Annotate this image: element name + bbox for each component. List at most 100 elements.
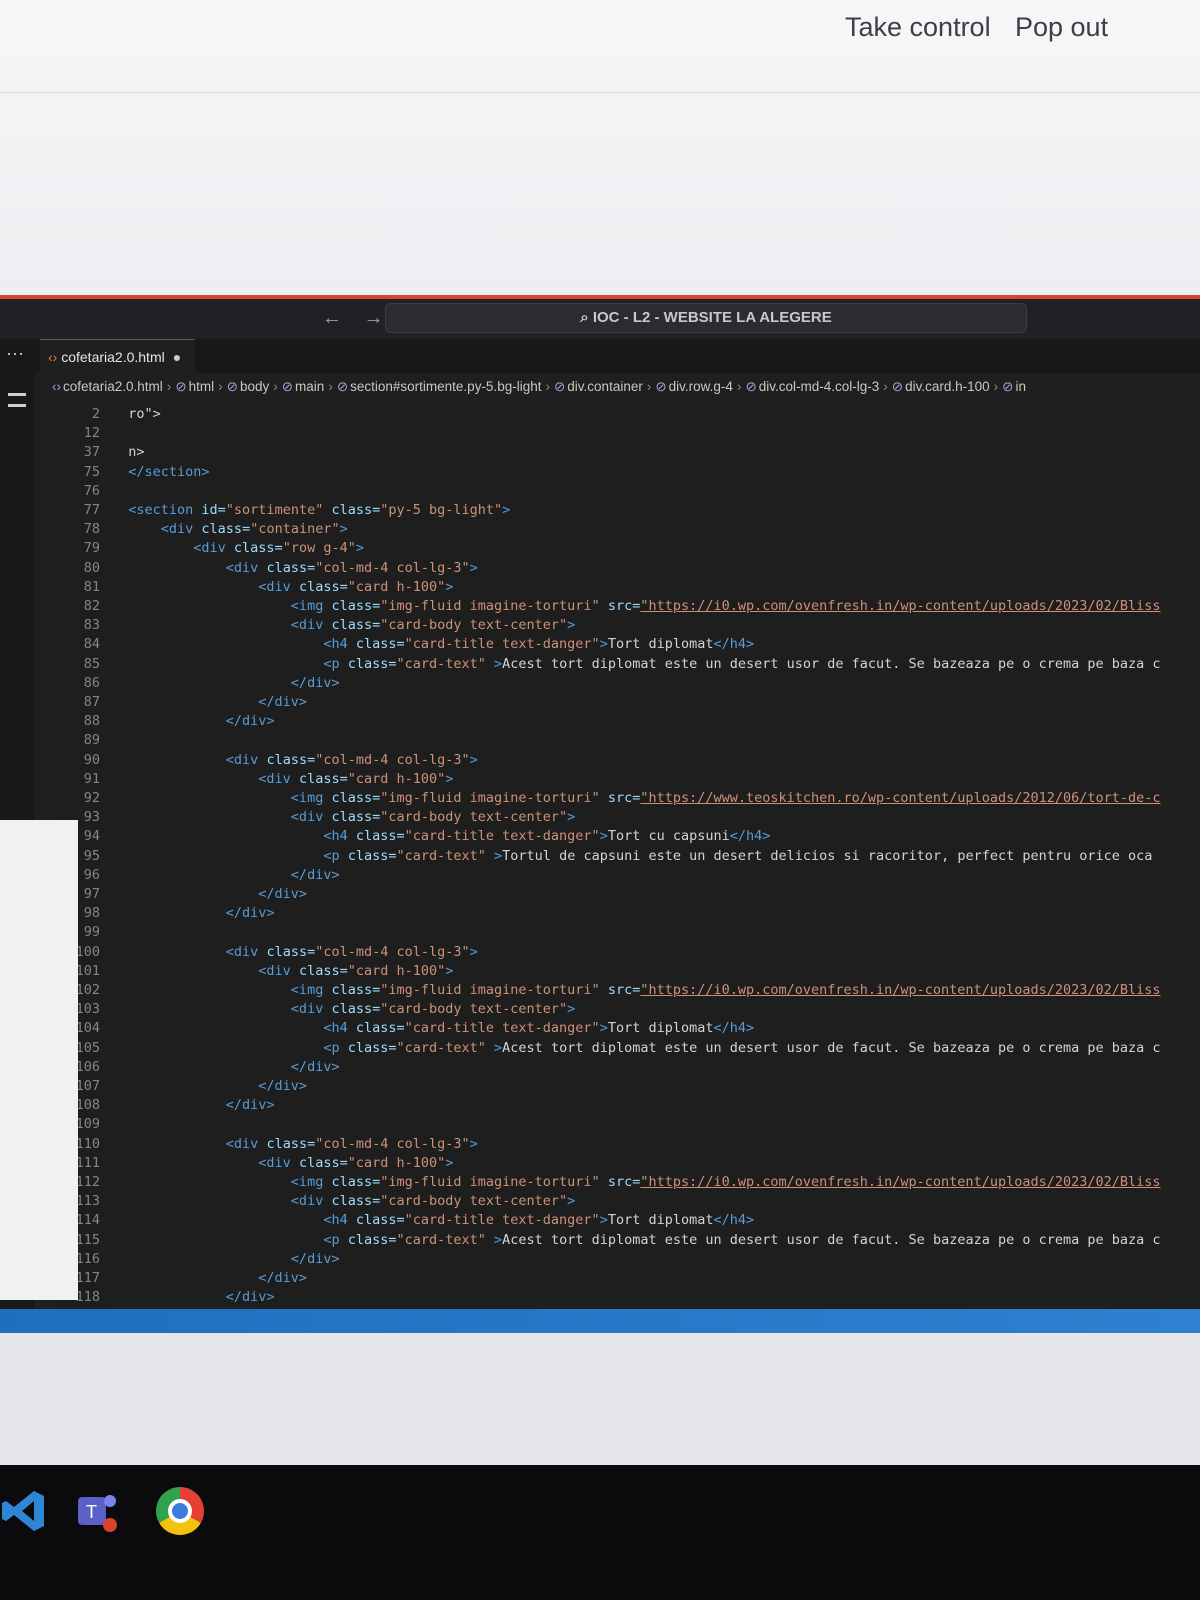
code-line[interactable]: 103 <div class="card-body text-center"> bbox=[60, 1000, 576, 1019]
breadcrumb-item[interactable]: div.col-md-4.col-lg-3 bbox=[759, 379, 880, 394]
code-line[interactable]: 81 <div class="card h-100"> bbox=[60, 578, 454, 597]
breadcrumb-item[interactable]: div.container bbox=[567, 379, 643, 394]
code-line[interactable]: 79 <div class="row g-4"> bbox=[60, 539, 364, 558]
html-file-icon: ‹› bbox=[52, 379, 61, 394]
breadcrumb-item[interactable]: cofetaria2.0.html bbox=[63, 379, 163, 394]
code-line[interactable]: 83 <div class="card-body text-center"> bbox=[60, 616, 576, 635]
code-line[interactable]: 85 <p class="card-text" >Acest tort dipl… bbox=[60, 655, 1161, 674]
code-line[interactable]: 75 </section> bbox=[60, 463, 210, 482]
search-title: IOC - L2 - WEBSITE LA ALEGERE bbox=[592, 309, 832, 326]
code-token: </h4> bbox=[713, 1212, 755, 1229]
code-line[interactable]: 105 <p class="card-text" >Acest tort dip… bbox=[60, 1039, 1161, 1058]
element-icon: ⊘ bbox=[745, 379, 757, 394]
code-line[interactable]: 98 </div> bbox=[60, 904, 275, 923]
code-token: > bbox=[469, 751, 478, 768]
element-icon: ⊘ bbox=[281, 379, 294, 394]
code-token: id= bbox=[201, 502, 226, 518]
chrome-icon[interactable] bbox=[156, 1487, 204, 1535]
line-number: 78 bbox=[83, 521, 100, 538]
code-line[interactable]: 80 <div class="col-md-4 col-lg-3"> bbox=[60, 559, 478, 578]
element-icon: ⊘ bbox=[336, 379, 349, 394]
code-line[interactable]: 37 n> bbox=[60, 443, 145, 462]
tab-cofetaria[interactable]: ‹› cofetaria2.0.html ● bbox=[40, 339, 196, 374]
take-control-button[interactable]: Take control bbox=[845, 12, 991, 43]
code-line[interactable]: 118 </div> bbox=[60, 1288, 275, 1307]
element-icon: ⊘ bbox=[1002, 379, 1014, 394]
code-line[interactable]: 78 <div class="container"> bbox=[60, 520, 348, 539]
breadcrumb-item[interactable]: div.row.g-4 bbox=[669, 379, 733, 394]
code-token: Tortul de capsuni este un desert delicio… bbox=[502, 847, 1153, 864]
nav-arrows[interactable]: ← → bbox=[322, 307, 392, 330]
code-line[interactable]: 90 <div class="col-md-4 col-lg-3"> bbox=[60, 751, 478, 770]
code-line[interactable]: 106 </div> bbox=[60, 1058, 340, 1077]
code-line[interactable]: 115 <p class="card-text" >Acest tort dip… bbox=[60, 1231, 1161, 1250]
code-line[interactable]: 108 </div> bbox=[60, 1096, 275, 1115]
code-line[interactable]: 94 <h4 class="card-title text-danger">To… bbox=[60, 827, 771, 846]
code-line[interactable]: 93 <div class="card-body text-center"> bbox=[60, 808, 576, 827]
remote-control-header: Take control Pop out bbox=[0, 0, 1200, 295]
code-line[interactable]: 87 </div> bbox=[60, 693, 307, 712]
breadcrumb-separator: › bbox=[736, 379, 742, 394]
code-line[interactable]: 112 <img class="img-fluid imagine-tortur… bbox=[60, 1173, 1161, 1192]
code-token: <img bbox=[112, 598, 332, 614]
code-line[interactable]: 96 </div> bbox=[60, 866, 340, 885]
code-token: src= bbox=[607, 790, 641, 806]
breadcrumb-item[interactable]: main bbox=[295, 379, 324, 394]
code-token: <div bbox=[112, 1154, 299, 1171]
code-token: > bbox=[567, 617, 576, 634]
breadcrumb-separator: › bbox=[273, 379, 278, 394]
code-line[interactable]: 101 <div class="card h-100"> bbox=[60, 962, 454, 981]
svg-text:T: T bbox=[86, 1502, 97, 1522]
code-line[interactable]: 12 bbox=[60, 424, 112, 443]
code-line[interactable]: 100 <div class="col-md-4 col-lg-3"> bbox=[60, 943, 478, 962]
pop-out-button[interactable]: Pop out bbox=[1015, 12, 1108, 43]
code-line[interactable]: 91 <div class="card h-100"> bbox=[60, 770, 454, 789]
code-token: "card-body text-center" bbox=[380, 809, 568, 826]
more-icon[interactable]: ··· bbox=[6, 343, 24, 364]
html-file-icon: ‹› bbox=[48, 349, 62, 365]
code-line[interactable]: 88 </div> bbox=[60, 712, 275, 731]
code-token: > bbox=[599, 828, 608, 845]
code-token: </div> bbox=[112, 905, 275, 922]
explorer-icon[interactable] bbox=[8, 393, 26, 407]
teams-icon[interactable]: T bbox=[72, 1487, 120, 1535]
code-line[interactable]: 97 </div> bbox=[60, 885, 307, 904]
code-line[interactable]: 2 ro"> bbox=[60, 405, 161, 424]
command-center-search[interactable]: ⌕ IOC - L2 - WEBSITE LA ALEGERE bbox=[385, 303, 1027, 333]
code-line[interactable]: 102 <img class="img-fluid imagine-tortur… bbox=[60, 981, 1161, 1000]
code-line[interactable]: 84 <h4 class="card-title text-danger">To… bbox=[60, 635, 754, 654]
code-line[interactable]: 110 <div class="col-md-4 col-lg-3"> bbox=[60, 1135, 478, 1154]
vscode-icon[interactable] bbox=[0, 1487, 48, 1535]
code-token: class= bbox=[331, 790, 381, 806]
code-token: </h4> bbox=[729, 828, 771, 845]
code-token: > bbox=[469, 559, 478, 576]
breadcrumb-item[interactable]: in bbox=[1015, 379, 1026, 394]
code-line[interactable]: 111 <div class="card h-100"> bbox=[60, 1154, 454, 1173]
breadcrumb-item[interactable]: html bbox=[189, 379, 215, 394]
code-line[interactable]: 104 <h4 class="card-title text-danger">T… bbox=[60, 1019, 755, 1038]
code-line[interactable]: 92 <img class="img-fluid imagine-torturi… bbox=[60, 789, 1161, 808]
code-line[interactable]: 86 </div> bbox=[60, 674, 340, 693]
code-token: "https://i0.wp.com/ovenfresh.in/wp-conte… bbox=[640, 1174, 1161, 1190]
element-icon: ⊘ bbox=[226, 379, 238, 394]
code-line[interactable]: 114 <h4 class="card-title text-danger">T… bbox=[60, 1211, 755, 1230]
code-token: > bbox=[567, 1193, 576, 1210]
code-line[interactable]: 95 <p class="card-text" >Tortul de capsu… bbox=[60, 847, 1153, 866]
breadcrumb-item[interactable]: section#sortimente.py-5.bg-light bbox=[350, 379, 541, 394]
code-line[interactable]: 117 </div> bbox=[60, 1269, 307, 1288]
line-number: 88 bbox=[83, 713, 100, 730]
code-token: </div> bbox=[112, 1289, 275, 1306]
code-area[interactable]: 2 ro"> 12 37 n> 75 </section> 76 77 <section … bbox=[60, 405, 1161, 1349]
code-token: <p bbox=[112, 1231, 348, 1248]
code-token: <div bbox=[112, 521, 202, 538]
unsaved-dot-icon[interactable]: ● bbox=[173, 349, 181, 365]
breadcrumb-item[interactable]: div.card.h-100 bbox=[905, 379, 990, 394]
code-line[interactable]: 77 <section id="sortimente" class="py-5 … bbox=[60, 501, 511, 520]
code-line[interactable]: 113 <div class="card-body text-center"> bbox=[60, 1192, 576, 1211]
code-line[interactable]: 116 </div> bbox=[60, 1250, 340, 1269]
code-line[interactable]: 89 bbox=[60, 731, 112, 750]
breadcrumb-item[interactable]: body bbox=[240, 379, 269, 394]
code-line[interactable]: 76 bbox=[60, 482, 112, 501]
code-line[interactable]: 107 </div> bbox=[60, 1077, 307, 1096]
code-line[interactable]: 82 <img class="img-fluid imagine-torturi… bbox=[60, 597, 1161, 616]
